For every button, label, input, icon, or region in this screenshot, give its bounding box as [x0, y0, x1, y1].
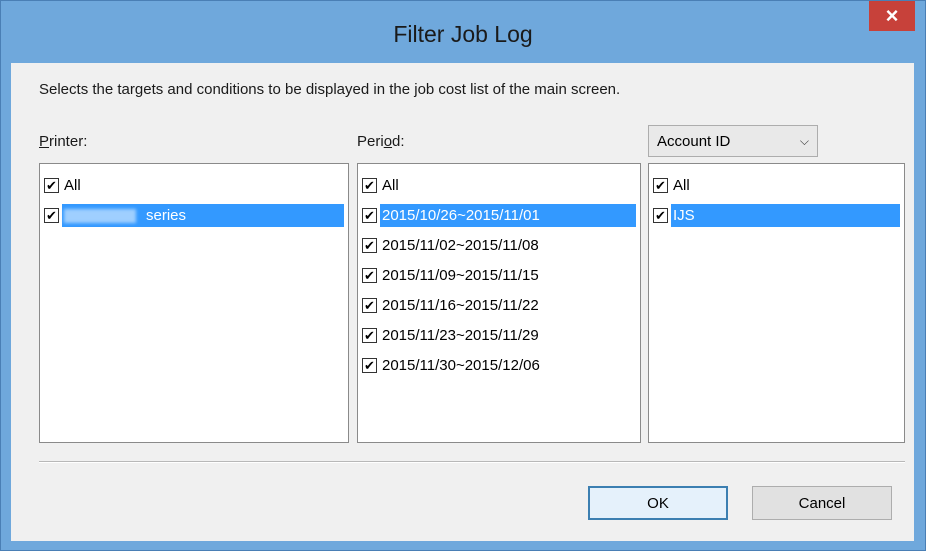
checkmark-icon: ✔ [364, 207, 375, 223]
period-item[interactable]: ✔ 2015/11/16~2015/11/22 [362, 290, 636, 320]
checkmark-icon: ✔ [655, 207, 666, 223]
checkmark-icon: ✔ [364, 177, 375, 193]
checkmark-icon: ✔ [364, 267, 375, 283]
description-text: Selects the targets and conditions to be… [39, 81, 621, 98]
checkbox[interactable]: ✔ [653, 177, 668, 193]
period-item[interactable]: ✔ 2015/11/02~2015/11/08 [362, 230, 636, 260]
checkbox[interactable]: ✔ [362, 357, 377, 373]
period-item-all[interactable]: ✔ All [362, 170, 636, 200]
period-list[interactable]: ✔ All ✔ 2015/10/26~2015/11/01 ✔ 2015/11/… [357, 163, 641, 443]
printer-item-all[interactable]: ✔ All [44, 170, 344, 200]
checkmark-icon: ✔ [364, 297, 375, 313]
printer-label: Printer: [39, 133, 88, 150]
printer-item-series[interactable]: ✔ series [44, 200, 344, 230]
dialog-title: Filter Job Log [393, 21, 533, 47]
checkbox[interactable]: ✔ [362, 327, 377, 343]
checkmark-icon: ✔ [364, 357, 375, 373]
title-bar[interactable]: Filter Job Log × [1, 1, 925, 63]
printer-item-label: series [146, 206, 187, 224]
cancel-button[interactable]: Cancel [752, 486, 892, 520]
dropdown-value: Account ID [657, 132, 731, 150]
close-icon: × [885, 3, 899, 28]
checkmark-icon: ✔ [364, 237, 375, 253]
filter-job-log-dialog: Filter Job Log × Selects the targets and… [0, 0, 926, 551]
account-list[interactable]: ✔ All ✔ IJS [648, 163, 905, 443]
period-item[interactable]: ✔ 2015/10/26~2015/11/01 [362, 200, 636, 230]
checkbox[interactable]: ✔ [362, 237, 377, 253]
checkmark-icon: ✔ [364, 327, 375, 343]
account-item-all[interactable]: ✔ All [653, 170, 900, 200]
checkbox[interactable]: ✔ [362, 177, 377, 193]
checkbox[interactable]: ✔ [362, 207, 377, 223]
period-label: Period: [357, 133, 405, 150]
period-item[interactable]: ✔ 2015/11/30~2015/12/06 [362, 350, 636, 380]
separator [39, 461, 905, 463]
checkbox[interactable]: ✔ [362, 297, 377, 313]
checkmark-icon: ✔ [46, 207, 57, 223]
checkmark-icon: ✔ [46, 177, 57, 193]
close-button[interactable]: × [869, 1, 915, 31]
account-type-dropdown[interactable]: Account ID ⌵ [648, 125, 818, 157]
checkbox[interactable]: ✔ [653, 207, 668, 223]
checkbox[interactable]: ✔ [44, 177, 59, 193]
redacted-printer-name [64, 208, 136, 223]
account-item[interactable]: ✔ IJS [653, 200, 900, 230]
printer-list[interactable]: ✔ All ✔ series [39, 163, 349, 443]
checkmark-icon: ✔ [655, 177, 666, 193]
period-item[interactable]: ✔ 2015/11/23~2015/11/29 [362, 320, 636, 350]
checkbox[interactable]: ✔ [362, 267, 377, 283]
chevron-down-icon: ⌵ [799, 133, 809, 148]
ok-button[interactable]: OK [588, 486, 728, 520]
period-item[interactable]: ✔ 2015/11/09~2015/11/15 [362, 260, 636, 290]
dialog-body: Selects the targets and conditions to be… [11, 63, 914, 541]
checkbox[interactable]: ✔ [44, 207, 59, 223]
